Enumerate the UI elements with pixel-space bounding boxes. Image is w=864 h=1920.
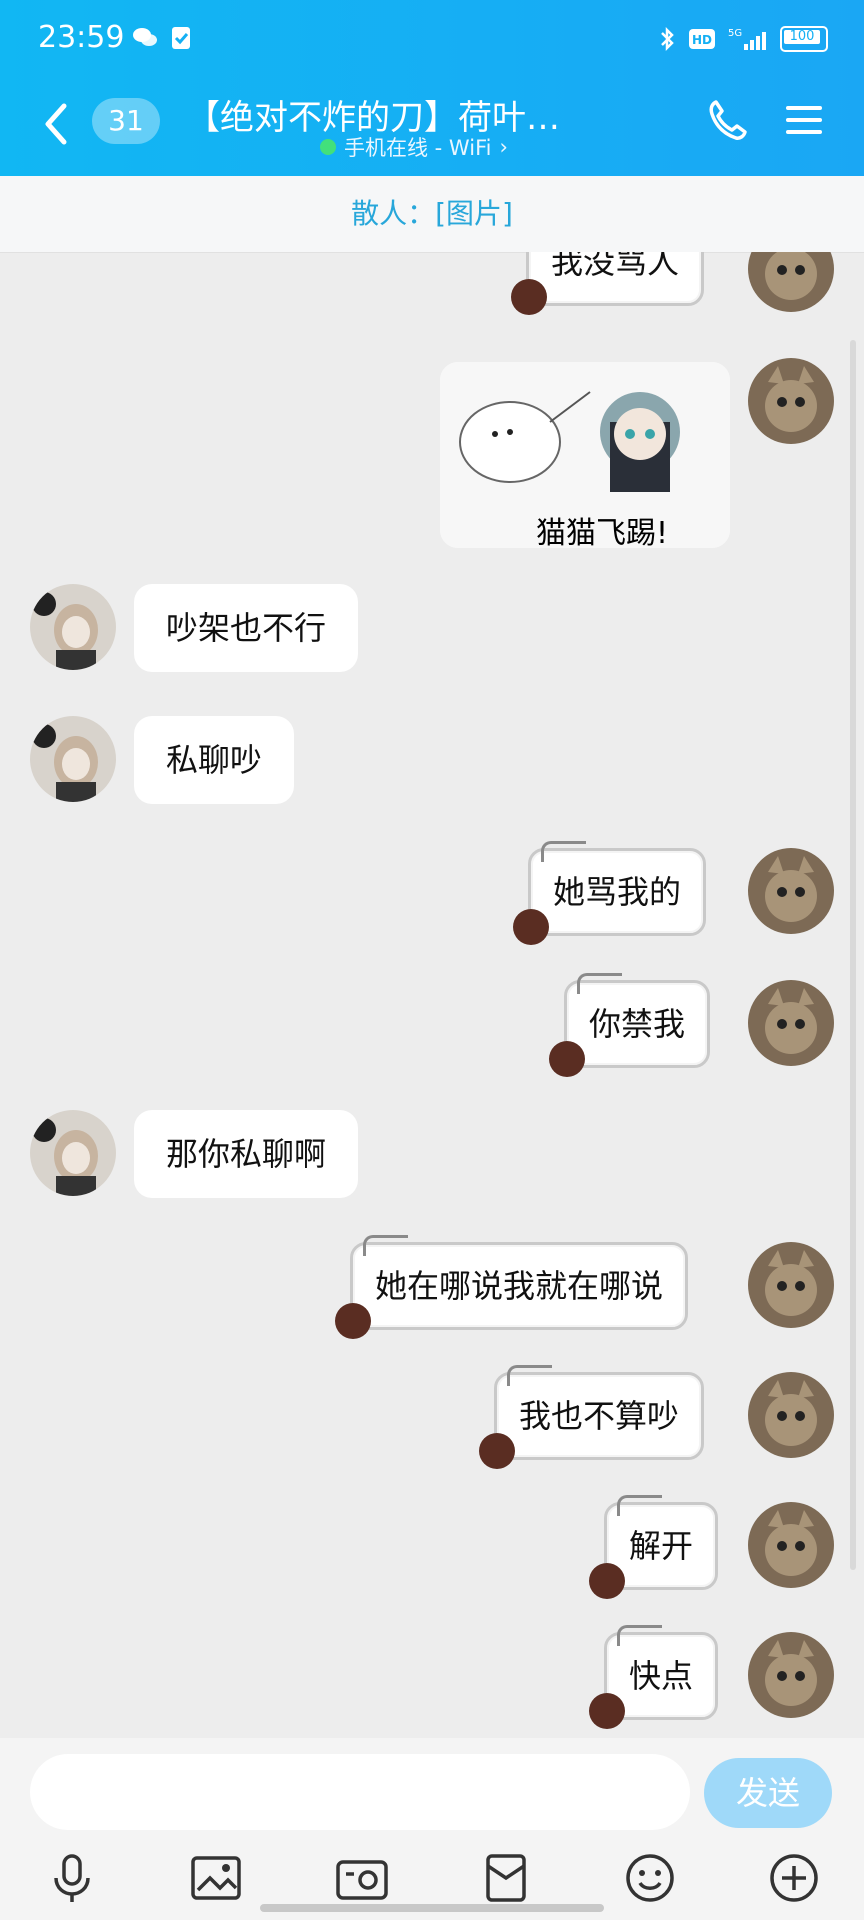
mini-avatar-icon xyxy=(549,1041,585,1077)
other-avatar-anime[interactable] xyxy=(30,1110,116,1196)
phone-call-icon[interactable] xyxy=(706,98,748,142)
other-avatar-anime[interactable] xyxy=(30,716,116,802)
chat-header: 23:59 HD 5G 100 31 【绝对不炸的刀】荷叶… 手机在线 - Wi… xyxy=(0,0,864,176)
message-bubble-left[interactable]: 那你私聊啊 xyxy=(134,1110,359,1198)
menu-icon[interactable] xyxy=(782,98,826,142)
mini-avatar-icon xyxy=(511,279,547,315)
message-text: 解开 xyxy=(629,1527,694,1565)
home-indicator[interactable] xyxy=(260,1904,604,1912)
message-bubble-right[interactable]: 我也不算吵 xyxy=(479,1365,705,1469)
unread-badge[interactable]: 31 xyxy=(92,98,160,144)
microphone-icon[interactable] xyxy=(44,1850,100,1906)
my-avatar-cat[interactable] xyxy=(748,848,834,934)
wechat-icon xyxy=(133,28,157,46)
online-status-text: 手机在线 - WiFi xyxy=(344,136,492,160)
message-bubble-right[interactable]: 她骂我的 xyxy=(513,841,707,945)
mini-avatar-icon xyxy=(335,1303,371,1339)
mini-avatar-icon xyxy=(513,909,549,945)
svg-text:5G: 5G xyxy=(728,28,742,39)
message-text: 我也不算吵 xyxy=(519,1397,680,1435)
message-bubble-right[interactable]: 解开 xyxy=(589,1495,719,1599)
message-text: 那你私聊啊 xyxy=(166,1135,327,1173)
message-text: 你禁我 xyxy=(589,1005,686,1043)
plus-icon[interactable] xyxy=(766,1850,822,1906)
battery-level: 100 xyxy=(789,29,815,44)
message-bubble-left[interactable]: 私聊吵 xyxy=(134,716,295,804)
online-status: 手机在线 - WiFi › xyxy=(320,132,508,162)
message-text: 她骂我的 xyxy=(553,873,682,911)
my-avatar-cat[interactable] xyxy=(748,252,834,312)
message-bubble-right[interactable]: 她在哪说我就在哪说 xyxy=(335,1235,689,1339)
message-bubble-left[interactable]: 吵架也不行 xyxy=(134,584,359,672)
message-text: 私聊吵 xyxy=(166,741,263,779)
pinned-message[interactable]: 散人：[图片] xyxy=(0,176,864,253)
image-caption: 猫猫飞踢! xyxy=(536,516,669,548)
other-avatar-anime[interactable] xyxy=(30,584,116,670)
input-area: 发送 xyxy=(0,1738,864,1920)
message-bubble-right[interactable]: 你禁我 xyxy=(549,973,711,1077)
camera-icon[interactable] xyxy=(334,1850,390,1906)
hd-icon: HD xyxy=(689,29,715,49)
send-button[interactable]: 发送 xyxy=(704,1758,832,1828)
battery-icon: 100 xyxy=(780,26,828,52)
my-avatar-cat[interactable] xyxy=(748,358,834,444)
status-bar: 23:59 HD 5G 100 xyxy=(0,0,864,80)
my-avatar-cat[interactable] xyxy=(748,1372,834,1458)
mini-avatar-icon xyxy=(589,1563,625,1599)
message-text: 我没骂人 xyxy=(551,252,680,281)
my-avatar-cat[interactable] xyxy=(748,980,834,1066)
message-list[interactable]: 我没骂人 猫猫飞踢! 吵架也不行 私聊吵 她骂我的 你禁我 那你私聊啊 她在哪说… xyxy=(0,252,864,1738)
chevron-right-icon: › xyxy=(499,135,508,159)
message-input[interactable] xyxy=(30,1754,690,1830)
message-text: 她在哪说我就在哪说 xyxy=(375,1267,664,1305)
pinned-message-text: 散人：[图片] xyxy=(351,197,513,230)
online-dot-icon xyxy=(320,139,336,155)
back-icon[interactable] xyxy=(40,100,74,148)
message-bubble-right[interactable]: 我没骂人 xyxy=(511,252,705,315)
bluetooth-icon xyxy=(661,26,674,52)
red-packet-icon[interactable] xyxy=(478,1850,534,1906)
message-text: 快点 xyxy=(629,1657,694,1695)
image-icon[interactable] xyxy=(188,1850,244,1906)
mini-avatar-icon xyxy=(479,1433,515,1469)
scrollbar[interactable] xyxy=(850,340,856,1570)
svg-text:HD: HD xyxy=(692,33,712,47)
my-avatar-cat[interactable] xyxy=(748,1502,834,1588)
message-bubble-right[interactable]: 快点 xyxy=(589,1625,719,1729)
my-avatar-cat[interactable] xyxy=(748,1242,834,1328)
task-icon xyxy=(172,27,190,49)
message-text: 吵架也不行 xyxy=(166,609,327,647)
emoji-icon[interactable] xyxy=(622,1850,678,1906)
mini-avatar-icon xyxy=(589,1693,625,1729)
status-time: 23:59 xyxy=(38,20,125,55)
my-avatar-cat[interactable] xyxy=(748,1632,834,1718)
signal-icon: 5G xyxy=(728,28,766,50)
image-message[interactable]: 猫猫飞踢! xyxy=(440,362,730,548)
